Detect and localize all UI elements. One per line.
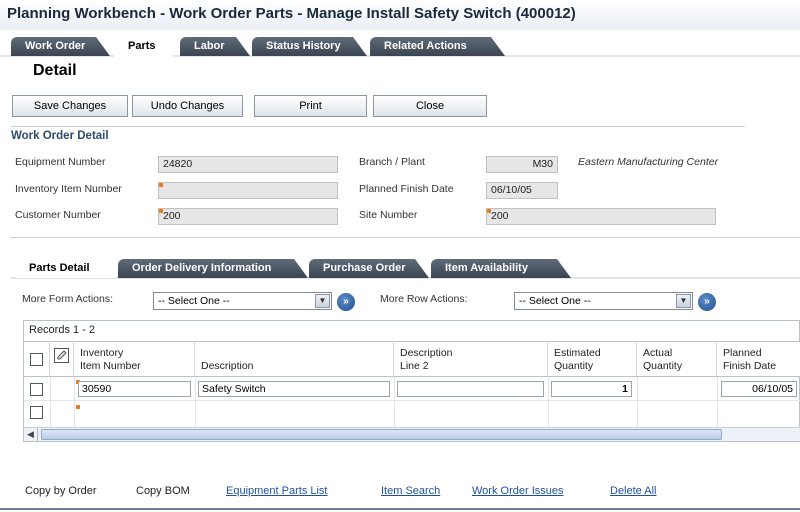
window-title: Planning Workbench - Work Order Parts - …	[7, 5, 576, 22]
col-separator	[50, 377, 51, 427]
required-marker-icon	[159, 183, 163, 187]
site-number-field[interactable]: 200	[486, 208, 716, 225]
row-1-actual-qty	[640, 381, 714, 397]
more-form-actions-select[interactable]: -- Select One -- ▼	[153, 292, 332, 310]
col-actual-quantity[interactable]: Actual Quantity	[637, 341, 717, 377]
tab-parts-detail[interactable]: Parts Detail	[15, 259, 115, 278]
col-separator	[394, 377, 395, 427]
undo-button[interactable]: Undo Changes	[132, 95, 243, 117]
close-button[interactable]: Close	[373, 95, 487, 117]
save-button[interactable]: Save Changes	[12, 95, 128, 117]
go-form-actions-icon[interactable]: »	[337, 293, 355, 311]
row-1-item-input[interactable]: 30590	[78, 381, 191, 397]
item-search-link[interactable]: Item Search	[381, 485, 440, 497]
tab-purchase-order[interactable]: Purchase Order	[309, 259, 429, 278]
footer-rule	[0, 508, 800, 510]
tab-order-delivery[interactable]: Order Delivery Information	[118, 259, 308, 278]
work-order-detail-title: Work Order Detail	[11, 130, 109, 142]
col-separator	[637, 377, 638, 427]
section-rule	[11, 126, 745, 127]
col-inventory-item[interactable]: Inventory Item Number	[74, 341, 195, 377]
col-description-line-2[interactable]: Description Line 2	[394, 341, 548, 377]
row-separator	[24, 400, 800, 401]
col-separator	[74, 377, 75, 427]
col-description[interactable]: Description	[195, 341, 394, 377]
inventory-item-field[interactable]	[158, 182, 338, 199]
site-number-label: Site Number	[359, 209, 418, 221]
edit-icon	[54, 348, 69, 363]
col-separator	[195, 377, 196, 427]
records-caption: Records 1 - 2	[29, 324, 96, 336]
horizontal-scrollbar[interactable]: ◀	[24, 427, 800, 441]
row-2-checkbox[interactable]	[30, 406, 43, 419]
copy-by-order-link[interactable]: Copy by Order	[25, 485, 97, 497]
scrollbar-thumb[interactable]	[41, 429, 722, 440]
required-marker-icon	[76, 405, 80, 409]
branch-plant-field[interactable]: M30	[486, 156, 558, 173]
copy-bom-link[interactable]: Copy BOM	[136, 485, 190, 497]
col-planned-finish[interactable]: Planned Finish Date	[717, 341, 800, 377]
required-marker-icon	[159, 209, 163, 213]
work-order-issues-link[interactable]: Work Order Issues	[472, 485, 564, 497]
section-divider	[11, 237, 800, 238]
tab-work-order[interactable]: Work Order	[11, 37, 110, 56]
col-estimated-quantity[interactable]: Estimated Quantity	[548, 341, 637, 377]
col-separator	[548, 377, 549, 427]
tab-status-history[interactable]: Status History	[252, 37, 367, 56]
row-1-description2-input[interactable]	[397, 381, 544, 397]
tab-item-availability[interactable]: Item Availability	[431, 259, 571, 278]
print-button[interactable]: Print	[254, 95, 367, 117]
planned-finish-label: Planned Finish Date	[359, 183, 454, 195]
col-separator	[717, 377, 718, 427]
chevron-down-icon: ▼	[676, 294, 691, 308]
customer-number-field[interactable]: 200	[158, 208, 338, 225]
chevron-down-icon: ▼	[315, 294, 330, 308]
equipment-number-field[interactable]: 24820	[158, 156, 338, 173]
tab-labor[interactable]: Labor	[180, 37, 250, 56]
row-1-checkbox[interactable]	[30, 383, 43, 396]
select-all-checkbox[interactable]	[30, 353, 43, 366]
row-1-estimated-qty-input[interactable]: 1	[551, 381, 632, 397]
select-all-header	[24, 341, 50, 377]
inventory-item-label: Inventory Item Number	[15, 183, 122, 195]
customer-number-label: Customer Number	[15, 209, 101, 221]
required-marker-icon	[487, 209, 491, 213]
delete-all-link[interactable]: Delete All	[610, 485, 656, 497]
equipment-number-label: Equipment Number	[15, 156, 106, 168]
tab-related-actions[interactable]: Related Actions	[370, 37, 505, 56]
row-1-planned-finish-input[interactable]: 06/10/05	[721, 381, 797, 397]
edit-column-header	[50, 341, 74, 377]
branch-plant-description: Eastern Manufacturing Center	[578, 156, 719, 168]
more-row-actions-label: More Row Actions:	[380, 293, 468, 305]
branch-plant-label: Branch / Plant	[359, 156, 425, 168]
page-title: Detail	[33, 62, 77, 79]
tab-parts[interactable]: Parts	[114, 37, 174, 57]
more-form-actions-label: More Form Actions:	[22, 293, 114, 305]
equipment-parts-list-link[interactable]: Equipment Parts List	[226, 485, 328, 497]
go-row-actions-icon[interactable]: »	[698, 293, 716, 311]
more-row-actions-select[interactable]: -- Select One -- ▼	[514, 292, 693, 310]
planned-finish-field[interactable]: 06/10/05	[486, 182, 558, 199]
scroll-left-icon[interactable]: ◀	[24, 428, 38, 441]
row-1-description-input[interactable]: Safety Switch	[198, 381, 390, 397]
